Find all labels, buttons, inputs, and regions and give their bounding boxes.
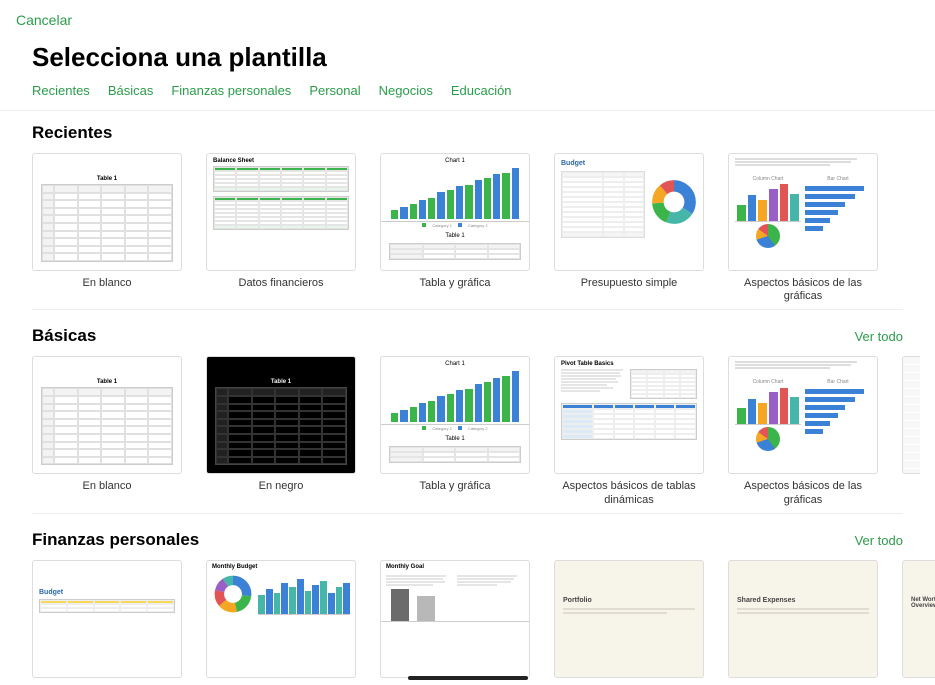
template-label: Tabla y gráfica: [380, 271, 530, 299]
cancel-button[interactable]: Cancelar: [16, 12, 72, 28]
page-title: Selecciona una plantilla: [0, 34, 935, 83]
home-indicator: [408, 676, 528, 680]
thumb-table-chart: Chart 1 Category 1 Category 2 Table 1: [380, 153, 530, 271]
mini-bar-chart: [381, 588, 529, 622]
mini-title: Chart 1: [381, 357, 529, 367]
section-title-recent: Recientes: [32, 123, 112, 143]
mini-title: Balance Sheet: [207, 154, 355, 166]
mini-title: Table 1: [381, 432, 529, 442]
template-monthly-budget[interactable]: Monthly Budget: [206, 560, 356, 678]
section-title-pf: Finanzas personales: [32, 530, 199, 550]
mini-title: Table 1: [215, 379, 347, 385]
template-label: Aspectos básicos de las gráficas: [728, 474, 878, 506]
mini-title: Shared Expenses: [729, 589, 877, 606]
mini-column-chart: [735, 182, 801, 222]
mini-bar-chart: [258, 573, 350, 615]
mini-title: Portfolio: [555, 589, 703, 606]
thumb-net-worth: Net Worth: Overview: [902, 560, 935, 678]
tab-personal-finance[interactable]: Finanzas personales: [171, 83, 291, 98]
thumb-pivot: Pivot Table Basics: [554, 356, 704, 474]
template-blank[interactable]: Table 1: [32, 153, 182, 303]
thumb-black: Table 1: [206, 356, 356, 474]
mini-title: Table 1: [381, 229, 529, 239]
template-blank-2[interactable]: Table 1: [32, 356, 182, 506]
template-chart-basics[interactable]: Column Chart: [728, 153, 878, 303]
mini-title: Monthly Budget: [207, 561, 355, 573]
template-portfolio[interactable]: Portfolio: [554, 560, 704, 678]
tab-basic[interactable]: Básicas: [108, 83, 154, 98]
mini-title: Monthly Goal: [381, 561, 529, 573]
thumb-blank: Table 1: [32, 356, 182, 474]
mini-title: Budget: [39, 589, 175, 599]
thumb-monthly-budget: Monthly Budget: [206, 560, 356, 678]
thumb-chart-basics: Column Chart: [728, 153, 878, 271]
thumb-shared-expenses: Shared Expenses: [728, 560, 878, 678]
thumb-financial: Balance Sheet: [206, 153, 356, 271]
template-financial-data[interactable]: Balance Sheet: [206, 153, 356, 303]
thumb-pf-budget: Budget: [32, 560, 182, 678]
tab-personal[interactable]: Personal: [309, 83, 360, 98]
template-table-chart-2[interactable]: Chart 1 Category 1 Category 2 Table 1: [380, 356, 530, 506]
mini-donut-chart: [651, 179, 697, 225]
mini-title: Budget: [555, 154, 703, 171]
tab-education[interactable]: Educación: [451, 83, 512, 98]
see-all-basic[interactable]: Ver todo: [855, 329, 903, 344]
template-label: Tabla y gráfica: [380, 474, 530, 502]
template-table-chart[interactable]: Chart 1 Category 1 Category 2 Table 1: [380, 153, 530, 303]
template-pf-budget[interactable]: Budget: [32, 560, 182, 678]
template-label: Datos financieros: [206, 271, 356, 299]
template-label: Aspectos básicos de tablas dinámicas: [554, 474, 704, 506]
mini-title: Pivot Table Basics: [555, 357, 703, 369]
template-peek-next[interactable]: [902, 356, 920, 474]
section-title-basic: Básicas: [32, 326, 96, 346]
mini-title: Table 1: [41, 176, 173, 182]
mini-hbar-chart: [805, 182, 871, 231]
section-personal-finance: Finanzas personales Ver todo Budget: [0, 518, 935, 685]
template-pivot-basics[interactable]: Pivot Table Basics: [554, 356, 704, 506]
thumb-portfolio: Portfolio: [554, 560, 704, 678]
section-recent: Recientes Table 1: [0, 111, 935, 314]
mini-bar-chart: [381, 164, 529, 222]
thumb-simple-budget: Budget: [554, 153, 704, 271]
template-label: En blanco: [32, 474, 182, 502]
thumb-monthly-goal: Monthly Goal: [380, 560, 530, 678]
see-all-pf[interactable]: Ver todo: [855, 533, 903, 548]
mini-title: Net Worth: Overview: [903, 589, 935, 611]
template-label: Presupuesto simple: [554, 271, 704, 299]
template-label: En negro: [206, 474, 356, 502]
thumb-table-chart: Chart 1 Category 1 Category 2 Table 1: [380, 356, 530, 474]
mini-pie-chart: [756, 224, 780, 248]
template-monthly-goal[interactable]: Monthly Goal: [380, 560, 530, 678]
template-scroller[interactable]: Recientes Table 1: [0, 111, 935, 685]
template-label: En blanco: [32, 271, 182, 299]
thumb-blank: Table 1: [32, 153, 182, 271]
section-basic: Básicas Ver todo Table 1: [0, 314, 935, 517]
mini-donut-chart: [212, 573, 254, 615]
template-black[interactable]: Table 1: [206, 356, 356, 506]
tab-business[interactable]: Negocios: [379, 83, 433, 98]
template-shared-expenses[interactable]: Shared Expenses: [728, 560, 878, 678]
mini-title: Table 1: [41, 379, 173, 385]
template-chart-basics-2[interactable]: Column Chart: [728, 356, 878, 506]
template-simple-budget[interactable]: Budget: [554, 153, 704, 303]
category-tabs: Recientes Básicas Finanzas personales Pe…: [0, 83, 935, 111]
template-net-worth[interactable]: Net Worth: Overview: [902, 560, 935, 678]
mini-title: Chart 1: [381, 154, 529, 164]
thumb-chart-basics: Column Chart: [728, 356, 878, 474]
template-label: Aspectos básicos de las gráficas: [728, 271, 878, 303]
tab-recent[interactable]: Recientes: [32, 83, 90, 98]
